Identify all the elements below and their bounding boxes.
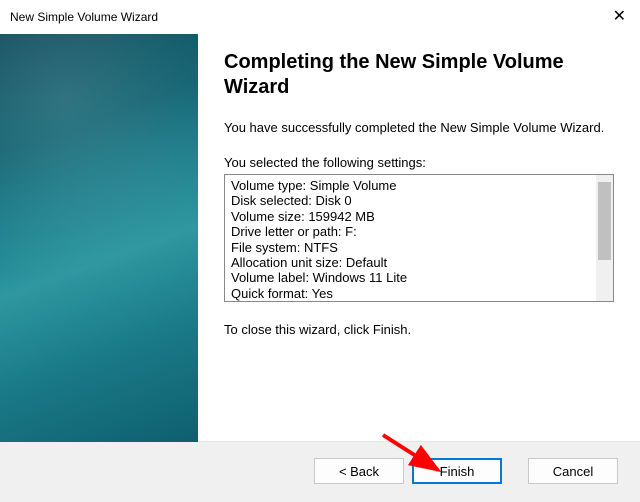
closing-message: To close this wizard, click Finish. <box>224 322 618 337</box>
titlebar: New Simple Volume Wizard ✕ <box>0 0 640 34</box>
scrollbar-thumb[interactable] <box>598 182 611 260</box>
back-button[interactable]: < Back <box>314 458 404 484</box>
scrollbar-track[interactable] <box>596 175 613 301</box>
finish-button[interactable]: Finish <box>412 458 502 484</box>
success-message: You have successfully completed the New … <box>224 120 618 137</box>
button-bar: < Back Finish Cancel <box>0 442 640 500</box>
settings-listbox[interactable]: Volume type: Simple Volume Disk selected… <box>224 174 614 302</box>
close-icon[interactable]: ✕ <box>586 9 626 25</box>
settings-label: You selected the following settings: <box>224 155 618 170</box>
cancel-button[interactable]: Cancel <box>528 458 618 484</box>
wizard-body: Completing the New Simple Volume Wizard … <box>0 34 640 442</box>
wizard-content: Completing the New Simple Volume Wizard … <box>198 34 640 441</box>
page-title: Completing the New Simple Volume Wizard <box>224 50 618 100</box>
wizard-side-graphic <box>0 34 198 442</box>
settings-lines: Volume type: Simple Volume Disk selected… <box>225 175 613 302</box>
window-title: New Simple Volume Wizard <box>10 10 158 24</box>
